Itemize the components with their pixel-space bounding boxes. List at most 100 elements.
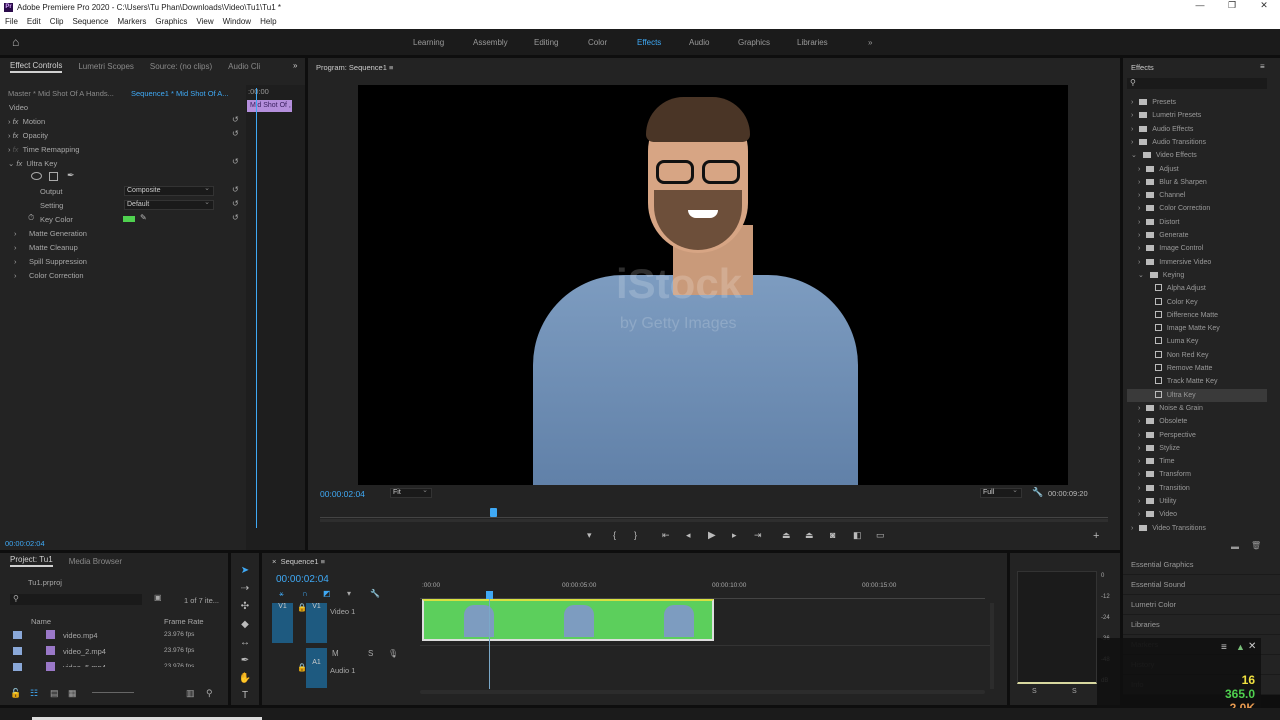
panel-libraries[interactable]: Libraries [1123, 615, 1280, 635]
folder-item[interactable]: › Lumetri Presets [1127, 109, 1267, 122]
folder-item[interactable]: › Transform [1127, 468, 1267, 481]
panel-essential-sound[interactable]: Essential Sound [1123, 575, 1280, 595]
reset-icon[interactable]: ↺ [232, 213, 239, 222]
label-color-swatch[interactable] [13, 663, 22, 671]
workspace-audio[interactable]: Audio [689, 38, 709, 47]
menu-clip[interactable]: Clip [50, 17, 64, 26]
effect-ultra-key[interactable]: ⌄ fx Ultra Key [8, 159, 57, 168]
close-icon[interactable]: ✕ [1248, 641, 1256, 652]
group-matte-generation[interactable]: › Matte Generation [14, 229, 87, 238]
chevron-right-icon[interactable]: › [1131, 99, 1135, 106]
group-matte-cleanup[interactable]: › Matte Cleanup [14, 243, 78, 252]
menu-icon[interactable]: ≡ [1221, 642, 1227, 653]
chevron-right-icon[interactable]: › [1131, 126, 1135, 133]
icon-view-icon[interactable]: ▤ [50, 688, 59, 699]
effect-item[interactable]: Image Matte Key [1127, 322, 1267, 335]
pen-mask-icon[interactable]: ✒ [67, 170, 75, 181]
spacer[interactable] [1145, 299, 1151, 306]
workspace-editing[interactable]: Editing [534, 38, 558, 47]
chevron-right-icon[interactable]: › [1138, 245, 1142, 252]
ellipse-mask-icon[interactable] [31, 172, 42, 180]
folder-item[interactable]: › Audio Effects [1127, 123, 1267, 136]
folder-item[interactable]: › Utility [1127, 495, 1267, 508]
razor-tool-icon[interactable]: ◆ [238, 619, 252, 630]
nest-icon[interactable]: ⚹ [279, 589, 284, 599]
add-marker-icon[interactable]: ▾ [587, 530, 592, 541]
workspace-effects[interactable]: Effects [637, 38, 661, 47]
step-forward-icon[interactable]: ▸ [732, 530, 737, 541]
timeline-timecode[interactable]: 00:00:02:04 [276, 574, 329, 585]
step-back-icon[interactable]: ◂ [686, 530, 691, 541]
chevron-right-icon[interactable]: › [1138, 232, 1142, 239]
tab-project[interactable]: Project: Tu1 [10, 555, 53, 567]
column-name[interactable]: Name [31, 617, 51, 626]
folder-item[interactable]: › Channel [1127, 189, 1267, 202]
hand-tool-icon[interactable]: ✋ [238, 673, 252, 684]
chevron-right-icon[interactable]: › [1138, 432, 1142, 439]
mute-button[interactable]: M [332, 649, 339, 658]
sequence-tab[interactable]: × Sequence1 ≡ [272, 557, 325, 566]
chevron-right-icon[interactable]: › [1131, 139, 1135, 146]
selection-tool-icon[interactable]: ➤ [238, 565, 252, 576]
mark-in-icon[interactable]: { [613, 530, 616, 540]
chevron-right-icon[interactable]: › [1138, 205, 1142, 212]
program-timecode[interactable]: 00:00:02:04 [320, 489, 365, 499]
tab-audio-clip[interactable]: Audio Cli [228, 62, 260, 71]
folder-item[interactable]: › Noise & Grain [1127, 402, 1267, 415]
minimize-button[interactable]: — [1184, 0, 1216, 11]
pen-tool-icon[interactable]: ✒ [238, 655, 252, 666]
voice-over-icon[interactable]: 🎙 [388, 649, 398, 658]
spacer[interactable] [1145, 352, 1151, 359]
chevron-down-icon[interactable]: ⌄ [1138, 272, 1146, 279]
sequence-clip-selector[interactable]: Sequence1 * Mid Shot Of A... [131, 89, 229, 98]
tab-source[interactable]: Source: (no clips) [150, 62, 212, 71]
reset-icon[interactable]: ↺ [232, 115, 239, 124]
track-target-a1[interactable]: A1 [306, 648, 327, 688]
zoom-slider[interactable] [92, 692, 134, 693]
program-title[interactable]: Program: Sequence1 ≡ [316, 63, 393, 72]
chevron-right-icon[interactable]: › [1138, 511, 1142, 518]
panel-menu-icon[interactable]: ≡ [1260, 62, 1265, 71]
spacer[interactable] [1145, 312, 1151, 319]
reset-icon[interactable]: ↺ [232, 157, 239, 166]
chevron-right-icon[interactable]: › [1138, 471, 1142, 478]
effect-item[interactable]: Track Matte Key [1127, 375, 1267, 388]
chevron-right-icon[interactable]: › [1138, 405, 1142, 412]
track-select-tool-icon[interactable]: ⇢ [238, 583, 252, 594]
menu-sequence[interactable]: Sequence [72, 17, 108, 26]
solo-right-button[interactable]: S [1072, 688, 1077, 695]
timeline-playhead[interactable] [486, 591, 493, 599]
folder-item[interactable]: › Time [1127, 455, 1267, 468]
automate-icon[interactable]: ▥ [186, 688, 195, 699]
tab-lumetri-scopes[interactable]: Lumetri Scopes [78, 62, 134, 71]
more-tabs-icon[interactable]: » [293, 61, 297, 70]
source-patch-v1[interactable]: V1 [272, 603, 293, 643]
effect-item[interactable]: Luma Key [1127, 335, 1267, 348]
menu-edit[interactable]: Edit [27, 17, 41, 26]
spacer[interactable] [1145, 365, 1151, 372]
group-color-correction[interactable]: › Color Correction [14, 271, 84, 280]
linked-selection-icon[interactable]: ◩ [323, 589, 331, 598]
comparison-view-icon[interactable]: ◧ [853, 530, 862, 541]
search-icon[interactable]: ⚲ [206, 688, 213, 699]
project-item-name[interactable]: video_5.mp4 [63, 663, 106, 667]
new-bin-icon[interactable]: ▬ [1231, 542, 1239, 551]
chevron-right-icon[interactable]: › [1131, 112, 1135, 119]
chevron-right-icon[interactable]: › [1138, 192, 1142, 199]
spacer[interactable] [1145, 338, 1151, 345]
folder-item[interactable]: › Obsolete [1127, 415, 1267, 428]
spacer[interactable] [1145, 378, 1151, 385]
safe-margins-icon[interactable]: ▭ [876, 530, 885, 541]
folder-item[interactable]: › Video [1127, 508, 1267, 521]
project-search-input[interactable]: ⚲ [10, 594, 142, 605]
go-to-in-icon[interactable]: ⇤ [662, 530, 670, 541]
chevron-right-icon[interactable]: › [1138, 179, 1142, 186]
program-playhead[interactable] [490, 508, 498, 517]
reset-icon[interactable]: ↺ [232, 199, 239, 208]
tab-media-browser[interactable]: Media Browser [69, 557, 122, 566]
menu-view[interactable]: View [196, 17, 213, 26]
go-to-out-icon[interactable]: ⇥ [754, 530, 762, 541]
type-tool-icon[interactable]: T [238, 690, 252, 701]
setting-dropdown[interactable]: Default [124, 199, 214, 210]
folder-item[interactable]: › Adjust [1127, 163, 1267, 176]
